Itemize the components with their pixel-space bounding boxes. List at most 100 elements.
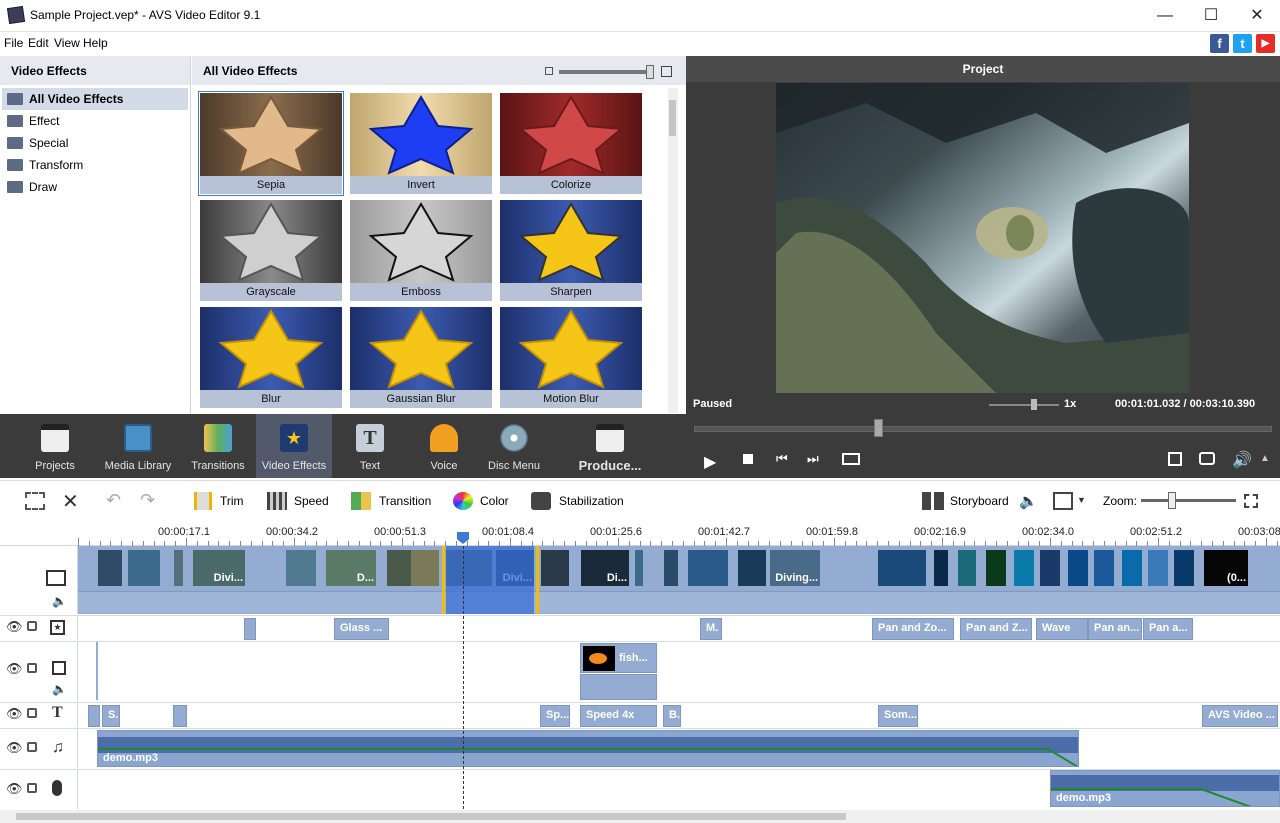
- overlay-audio-clip[interactable]: [580, 674, 657, 700]
- playhead-line[interactable]: [463, 546, 464, 809]
- audio-clip[interactable]: demo.mp3: [97, 730, 1079, 767]
- video-clip-thumbnail[interactable]: [1174, 550, 1194, 586]
- twitter-icon[interactable]: t: [1233, 34, 1252, 53]
- video-clip-thumbnail[interactable]: [664, 550, 678, 586]
- effect-clip[interactable]: Pan a...: [1143, 618, 1193, 640]
- facebook-icon[interactable]: f: [1210, 34, 1229, 53]
- video-clip-thumbnail[interactable]: Divi...: [193, 550, 245, 586]
- sidebar-item-transform[interactable]: Transform: [2, 154, 188, 176]
- video-clip-thumbnail[interactable]: [174, 550, 183, 586]
- video-clip-thumbnail[interactable]: Diving...: [770, 550, 820, 586]
- media-library-button[interactable]: Media Library: [100, 414, 176, 478]
- mute-icon[interactable]: 🔈: [52, 682, 67, 696]
- storyboard-icon[interactable]: [922, 492, 944, 510]
- video-clip-thumbnail[interactable]: [986, 550, 1006, 586]
- color-icon[interactable]: [453, 492, 473, 510]
- effect-thumbnail-blur[interactable]: Blur: [200, 307, 342, 408]
- selection-marker-end[interactable]: [536, 546, 539, 614]
- video-clip-thumbnail[interactable]: [1068, 550, 1088, 586]
- storyboard-toggle-icon[interactable]: [25, 492, 45, 510]
- video-clip-thumbnail[interactable]: Di...: [581, 550, 629, 586]
- close-button[interactable]: ✕: [1234, 0, 1280, 32]
- eye-icon[interactable]: 👁: [6, 619, 23, 635]
- effect-thumbnail-motion-blur[interactable]: Motion Blur: [500, 307, 642, 408]
- redo-icon[interactable]: ↷: [140, 490, 155, 511]
- menu-file[interactable]: File: [4, 36, 23, 50]
- mute-icon[interactable]: 🔈: [52, 594, 67, 608]
- projects-button[interactable]: Projects: [20, 414, 90, 478]
- video-clip-thumbnail[interactable]: [98, 550, 122, 586]
- text-clip[interactable]: B.: [663, 705, 681, 727]
- fullscreen-icon[interactable]: [1168, 452, 1182, 466]
- timeline-ruler[interactable]: 00:00:17.1 00:00:34.2 00:00:51.3 00:01:08.4…: [0, 522, 1280, 546]
- snapshot-icon[interactable]: [1199, 452, 1215, 465]
- disc-menu-button[interactable]: Disc Menu: [482, 414, 546, 478]
- chevron-down-icon[interactable]: ▼: [1077, 495, 1086, 505]
- split-icon[interactable]: [842, 453, 860, 465]
- menu-view[interactable]: View: [54, 36, 80, 50]
- text-clip[interactable]: Som...: [878, 705, 918, 727]
- video-clip-thumbnail[interactable]: [1014, 550, 1034, 586]
- effect-thumbnail-colorize[interactable]: Colorize: [500, 93, 642, 194]
- video-effects-button[interactable]: ★ Video Effects: [256, 414, 332, 478]
- minimize-button[interactable]: —: [1142, 0, 1188, 32]
- lock-icon[interactable]: [27, 783, 37, 793]
- video-clip-thumbnail[interactable]: [738, 550, 766, 586]
- youtube-icon[interactable]: ▶: [1256, 34, 1275, 53]
- timeline-scrollbar[interactable]: [0, 810, 1280, 823]
- selected-clip[interactable]: [446, 546, 534, 614]
- effect-clip[interactable]: Wave: [1036, 618, 1088, 640]
- effect-clip[interactable]: Pan an...: [1088, 618, 1142, 640]
- effect-thumbnail-sepia[interactable]: Sepia: [198, 91, 344, 196]
- eye-icon[interactable]: 👁: [6, 740, 23, 756]
- effect-thumbnail-grayscale[interactable]: Grayscale: [200, 200, 342, 301]
- lock-icon[interactable]: [27, 663, 37, 673]
- video-clip-thumbnail[interactable]: [411, 550, 439, 586]
- text-clip[interactable]: AVS Video ...: [1202, 705, 1278, 727]
- video-clip-thumbnail[interactable]: [541, 550, 569, 586]
- stop-icon[interactable]: [743, 454, 753, 464]
- stabilization-button[interactable]: Stabilization: [559, 494, 624, 508]
- sidebar-item-all-video-effects[interactable]: All Video Effects: [2, 88, 188, 110]
- color-button[interactable]: Color: [480, 494, 509, 508]
- selection-marker-start[interactable]: [442, 546, 445, 614]
- stabilization-icon[interactable]: [531, 492, 551, 510]
- effect-thumbnail-sharpen[interactable]: Sharpen: [500, 200, 642, 301]
- effect-thumbnail-gaussian-blur[interactable]: Gaussian Blur: [350, 307, 492, 408]
- video-clip-thumbnail[interactable]: [1122, 550, 1142, 586]
- overlay-clip[interactable]: fish...: [580, 643, 657, 673]
- fit-timeline-icon[interactable]: [1244, 494, 1258, 508]
- effect-clip[interactable]: Glass ...: [334, 618, 389, 640]
- effect-clip[interactable]: Pan and Z...: [960, 618, 1032, 640]
- play-icon[interactable]: ▶: [704, 452, 716, 472]
- video-clip-thumbnail[interactable]: [286, 550, 316, 586]
- trim-icon[interactable]: [194, 492, 212, 510]
- text-clip[interactable]: S.: [102, 705, 120, 727]
- seek-bar[interactable]: [694, 426, 1272, 432]
- video-clip-thumbnail[interactable]: [958, 550, 976, 586]
- zoom-slider-handle[interactable]: [1168, 492, 1176, 509]
- previous-frame-icon[interactable]: ⏮: [776, 451, 788, 467]
- produce-button[interactable]: Produce...: [572, 414, 648, 478]
- sidebar-item-effect[interactable]: Effect: [2, 110, 188, 132]
- chevron-up-icon[interactable]: ▲: [1260, 453, 1270, 464]
- trim-button[interactable]: Trim: [220, 494, 244, 508]
- monitor-icon[interactable]: [1053, 492, 1073, 510]
- lock-icon[interactable]: [27, 742, 37, 752]
- voice-clip[interactable]: demo.mp3: [1050, 770, 1280, 807]
- video-clip-thumbnail[interactable]: [934, 550, 948, 586]
- transition-icon[interactable]: [351, 492, 371, 510]
- transitions-button[interactable]: Transitions: [184, 414, 252, 478]
- eye-icon[interactable]: 👁: [6, 706, 23, 722]
- transition-button[interactable]: Transition: [379, 494, 431, 508]
- video-clip-thumbnail[interactable]: [1040, 550, 1060, 586]
- video-clip-thumbnail[interactable]: D...: [326, 550, 376, 586]
- menu-edit[interactable]: Edit: [28, 36, 49, 50]
- sidebar-item-draw[interactable]: Draw: [2, 176, 188, 198]
- next-frame-icon[interactable]: ⏭: [807, 451, 819, 467]
- speed-button[interactable]: Speed: [294, 494, 329, 508]
- effect-clip[interactable]: Pan and Zo...: [872, 618, 954, 640]
- grid-scrollbar[interactable]: [668, 88, 678, 413]
- effect-thumbnail-invert[interactable]: Invert: [350, 93, 492, 194]
- maximize-button[interactable]: ☐: [1188, 0, 1234, 32]
